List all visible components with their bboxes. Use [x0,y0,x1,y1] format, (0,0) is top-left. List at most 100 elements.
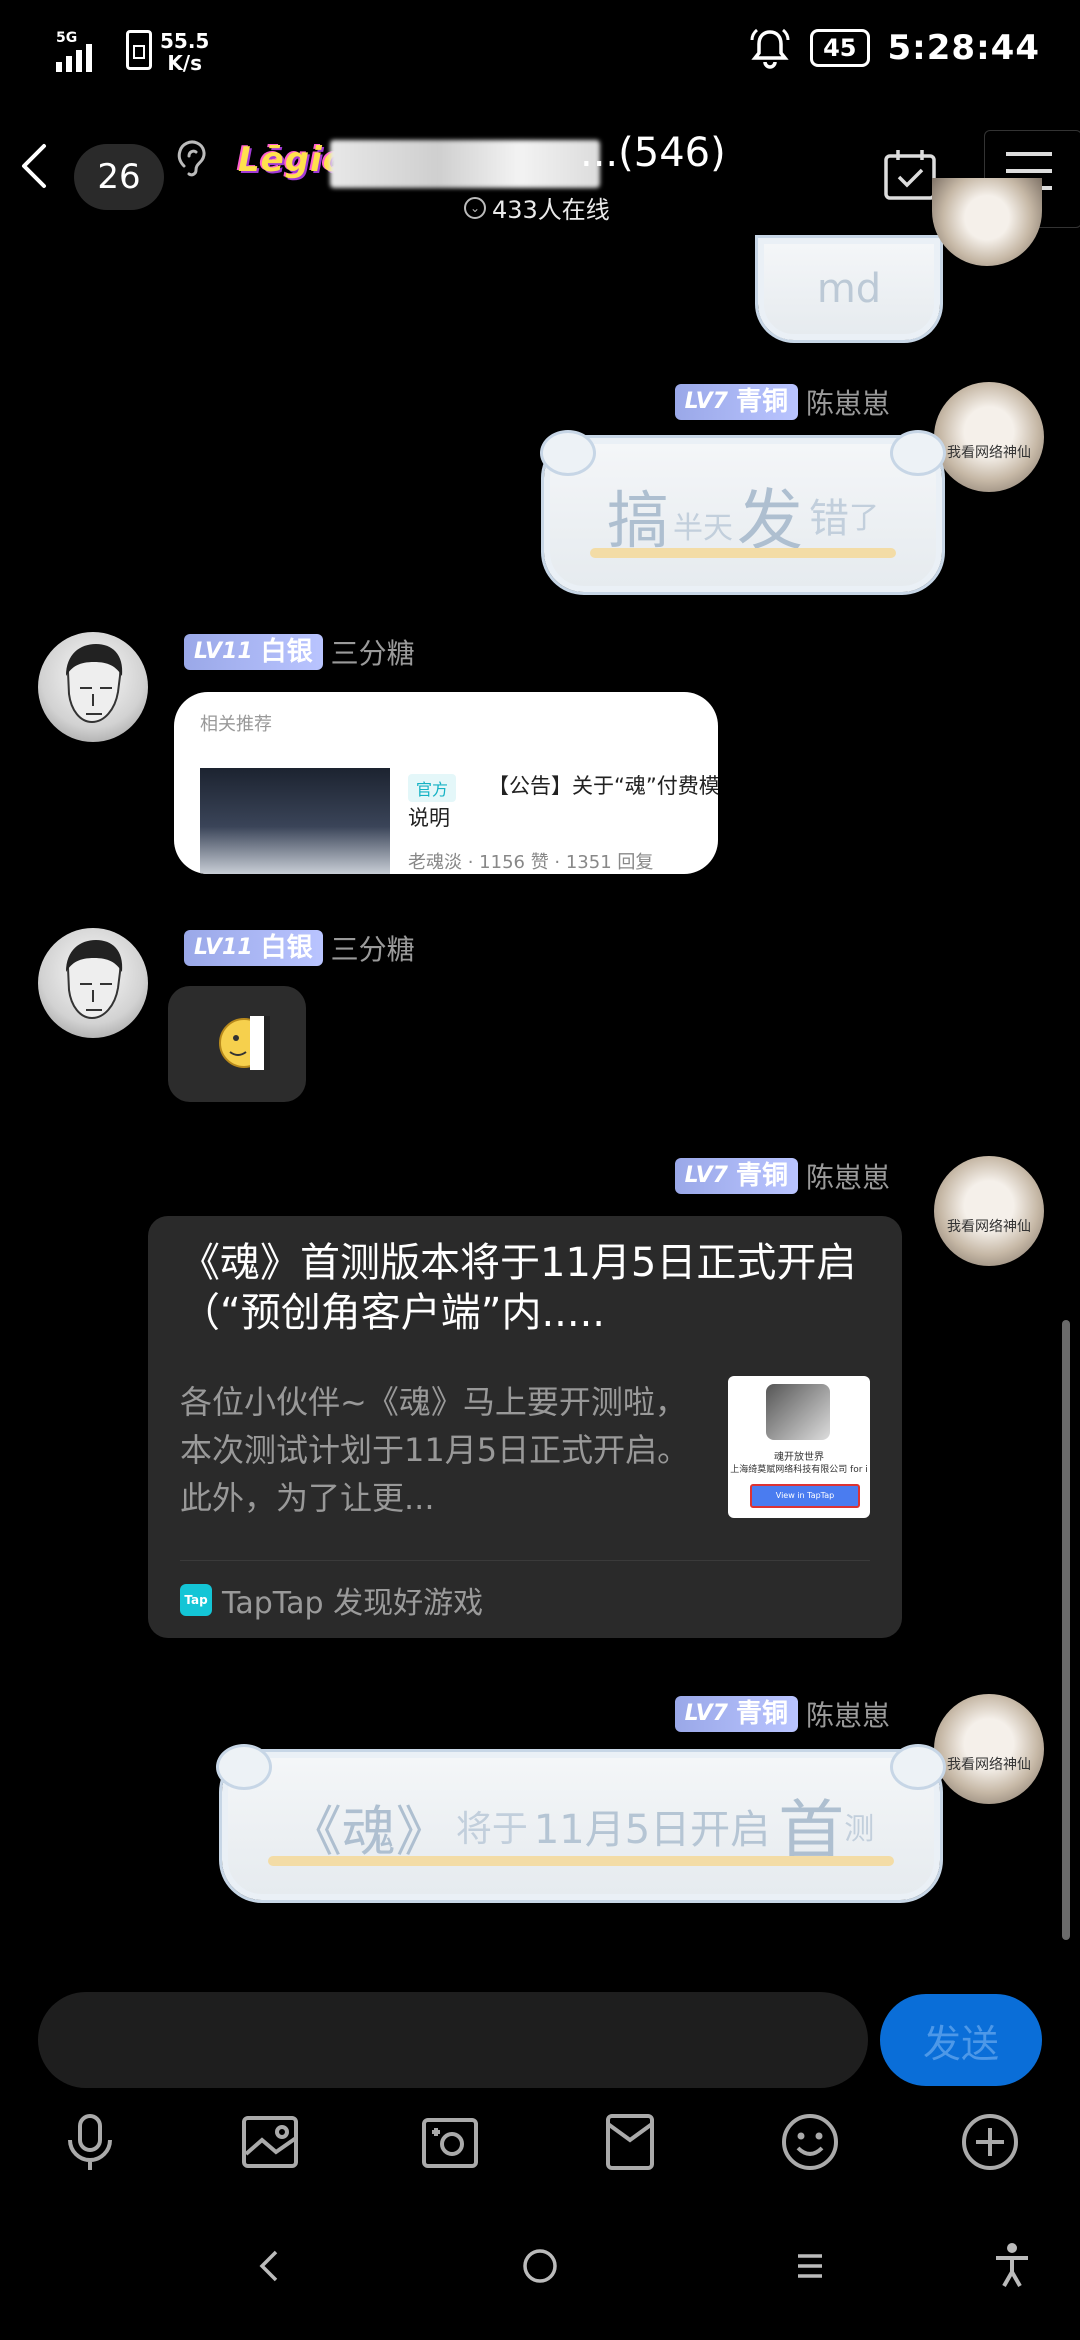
sender-info: LV7 青铜 陈崽崽 [674,1156,890,1196]
sender-name[interactable]: 陈崽崽 [806,1156,890,1196]
system-navigation-bar [0,2240,1080,2340]
microphone-icon[interactable] [58,2110,122,2174]
unread-count-badge[interactable]: 26 [74,144,164,210]
sticker-text: 《魂》 [287,1799,450,1863]
share-description: 各位小伙伴~《魂》马上要开测啦，本次测试计划于11月5日正式开启。此外，为了让更… [180,1383,690,1517]
sticker-text: 错 [809,496,849,542]
sticker-message[interactable]: 搞 半天 发 错 了 [540,430,946,592]
recommendation-card[interactable]: 相关推荐 【公告】关于“魂”付费模式的 官方 说明 老魂淡 · 1156 赞 ·… [174,692,718,874]
level-badge: LV11 白银 [184,930,323,966]
level-number: LV7 [684,389,728,414]
scrollbar[interactable] [1062,1320,1070,1940]
red-packet-icon[interactable] [598,2110,662,2174]
network-speed: 55.5 K/s [160,30,209,74]
level-name: 白银 [260,933,313,963]
speed-unit: K/s [167,51,203,75]
card-thumbnail [200,768,390,874]
add-icon[interactable] [958,2110,1022,2174]
thumbnail-button: View in TapTap [750,1484,860,1508]
status-bar: 5G 55.5 K/s 45 5:28:44 [0,0,1080,110]
sender-name[interactable]: 三分糖 [331,928,415,968]
avatar[interactable] [38,632,148,742]
level-number: LV11 [194,639,253,664]
calendar-check-icon[interactable] [882,146,938,202]
sticker-text: 11月5日开启 [533,1807,771,1853]
sender-info: LV11 白银 三分糖 [184,928,415,968]
portrait-icon [66,644,123,724]
peeking-moon-face-icon [219,1016,270,1070]
share-source: Tap TapTap 发现好游戏 [180,1578,483,1622]
card-divider [180,1560,870,1561]
send-button[interactable]: 发送 [880,1994,1042,2086]
sender-name[interactable]: 三分糖 [331,632,415,672]
sticker-text: 了 [849,501,879,536]
thumbnail-publisher: 上海绮莫赋网络科技有限公司 for i [730,1465,868,1475]
level-name: 青铜 [735,1699,788,1729]
sticker-text: 搞 [606,484,669,557]
level-name: 青铜 [735,387,788,417]
level-badge: LV7 青铜 [674,384,798,420]
card-title-line2: 说明 [408,806,450,830]
speed-value: 55.5 [160,29,210,53]
avatar-caption: 我看网络神仙 [947,1219,1031,1235]
card-label: 相关推荐 [200,714,272,735]
message-input[interactable] [38,1992,868,2088]
image-icon[interactable] [238,2110,302,2174]
source-name: TapTap 发现好游戏 [222,1586,484,1621]
chevron-down-icon: ⌄ [464,196,486,219]
sticker-text: md [816,266,882,312]
level-number: LV7 [684,1701,728,1726]
battery-indicator: 45 [810,29,870,67]
sticker-message[interactable]: md [758,238,940,340]
sender-info: LV11 白银 三分糖 [184,632,415,672]
online-status[interactable]: ⌄ 433人在线 [464,190,610,225]
share-thumbnail: 魂开放世界 上海绮莫赋网络科技有限公司 for i View in TapTap [728,1376,870,1518]
avatar-caption: 我看网络神仙 [947,445,1031,461]
group-title[interactable]: ...(546) [580,130,726,176]
input-toolbar [0,2110,1080,2180]
level-name: 白银 [260,637,313,667]
ear-icon[interactable] [172,136,212,182]
avatar[interactable]: 我看网络神仙 [934,382,1044,492]
avatar[interactable]: 我看网络神仙 [934,1694,1044,1804]
status-left: 5G 55.5 K/s [56,30,209,74]
portrait-icon [66,940,123,1020]
sender-info: LV7 青铜 陈崽崽 [674,1694,890,1734]
sender-name[interactable]: 陈崽崽 [806,382,890,422]
share-title: 《魂》首测版本将于11月5日正式开启（“预创角客户端”内..... [180,1240,857,1336]
sticker-text: 半天 [673,511,733,546]
sticker-message[interactable]: 《魂》 将于 11月5日开启 首 测 [216,1744,946,1900]
avatar-caption: 我看网络神仙 [947,1757,1031,1773]
avatar[interactable] [932,178,1042,266]
avatar[interactable] [38,928,148,1038]
online-count: 433人在线 [492,196,610,224]
level-badge: LV7 青铜 [674,1158,798,1194]
bell-icon [750,28,790,69]
card-meta: 老魂淡 · 1156 赞 · 1351 回复 [408,852,654,873]
nav-recents-icon[interactable] [786,2242,834,2290]
nav-back-icon[interactable] [246,2242,294,2290]
level-badge: LV11 白银 [184,634,323,670]
camera-icon[interactable] [418,2110,482,2174]
thumbnail-title: 魂开放世界 [774,1452,824,1463]
status-right: 45 5:28:44 [748,26,1040,70]
game-logo [766,1384,830,1440]
sticker-text: 将于 [455,1809,528,1850]
emoji-message[interactable] [168,986,306,1102]
blurred-group-name[interactable] [330,140,600,188]
level-name: 青铜 [735,1161,788,1191]
back-arrow-icon[interactable] [10,140,62,192]
level-number: LV11 [194,935,253,960]
sticker-text: 测 [844,1812,875,1847]
share-link-card[interactable]: 《魂》首测版本将于11月5日正式开启（“预创角客户端”内..... 各位小伙伴~… [148,1216,902,1638]
sender-name[interactable]: 陈崽崽 [806,1694,890,1734]
nav-home-icon[interactable] [516,2242,564,2290]
taptap-icon: Tap [180,1584,212,1616]
avatar[interactable]: 我看网络神仙 [934,1156,1044,1266]
emoji-icon[interactable] [778,2110,842,2174]
sender-info: LV7 青铜 陈崽崽 [674,382,890,422]
level-badge: LV7 青铜 [674,1696,798,1732]
clock: 5:28:44 [887,28,1040,68]
level-number: LV7 [684,1163,728,1188]
accessibility-icon[interactable] [988,2240,1036,2288]
